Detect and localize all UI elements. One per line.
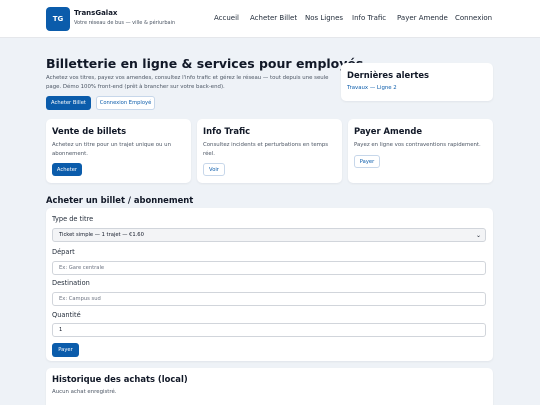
card-ticket-sales: Vente de billets Achetez un titre pour u…: [46, 119, 191, 183]
chevron-down-icon: ⌄: [475, 232, 481, 239]
card-traffic-info-title: Info Trafic: [203, 126, 251, 136]
ticket-type-label: Type de titre: [52, 215, 94, 223]
destination-label: Destination: [52, 279, 90, 287]
card-pay-fine: Payer Amende Payez en ligne vos contrave…: [348, 119, 493, 183]
card-pay-fine-title: Payer Amende: [354, 126, 423, 136]
purchase-section-title: Acheter un billet / abonnement: [46, 195, 194, 205]
card-ticket-sales-description: Achetez un titre pour un trajet unique o…: [52, 142, 172, 157]
pay-button[interactable]: Payer: [52, 343, 79, 357]
nav-acheter-billet[interactable]: Acheter Billet: [250, 14, 297, 22]
card-traffic-info: Info Trafic Consultez incidents et pertu…: [197, 119, 342, 183]
hero-buy-ticket-button[interactable]: Acheter Billet: [46, 96, 91, 110]
nav-info-trafic[interactable]: Info Trafic: [352, 14, 386, 22]
history-title: Historique des achats (local): [52, 374, 188, 384]
hero-title: Billetterie en ligne & services pour emp…: [46, 56, 364, 71]
ticket-type-value: Ticket simple — 1 trajet — €1.60: [59, 232, 144, 238]
pay-fine-button[interactable]: Payer: [354, 155, 380, 168]
nav-connexion[interactable]: Connexion: [455, 14, 492, 22]
buy-button[interactable]: Acheter: [52, 163, 82, 176]
nav-payer-amende[interactable]: Payer Amende: [397, 14, 448, 22]
brand-logo[interactable]: TG: [46, 7, 70, 31]
purchase-form: Type de titre Ticket simple — 1 trajet —…: [46, 208, 493, 361]
brand-name: TransGalax: [74, 9, 118, 17]
view-traffic-button[interactable]: Voir: [203, 163, 225, 176]
departure-label: Départ: [52, 248, 75, 256]
nav-accueil[interactable]: Accueil: [214, 14, 239, 22]
card-traffic-info-description: Consultez incidents et perturbations en …: [203, 142, 329, 157]
alerts-card: Dernières alertes Travaux — Ligne 2: [341, 63, 493, 101]
departure-input[interactable]: Ex: Gare centrale: [52, 261, 486, 275]
hero-description: Achetez vos titres, payez vos amendes, c…: [46, 75, 329, 90]
card-pay-fine-description: Payez en ligne vos contraventions rapide…: [354, 142, 481, 148]
hero-section: Billetterie en ligne & services pour emp…: [38, 48, 363, 114]
destination-input[interactable]: Ex: Campus sud: [52, 292, 486, 306]
card-ticket-sales-title: Vente de billets: [52, 126, 127, 136]
alerts-title: Dernières alertes: [347, 70, 429, 80]
ticket-type-select[interactable]: Ticket simple — 1 trajet — €1.60 ⌄: [52, 228, 486, 242]
quantity-label: Quantité: [52, 311, 81, 319]
top-header: TG TransGalax Votre réseau de bus — vill…: [0, 0, 540, 38]
history-empty-text: Aucun achat enregistré.: [52, 389, 117, 395]
quantity-input[interactable]: 1: [52, 323, 486, 337]
brand-tagline: Votre réseau de bus — ville & périurbain: [74, 20, 176, 26]
alert-item[interactable]: Travaux — Ligne 2: [347, 85, 397, 91]
purchase-history-card: Historique des achats (local) Aucun acha…: [46, 368, 493, 405]
hero-employee-login-button[interactable]: Connexion Employé: [96, 96, 155, 110]
nav-nos-lignes[interactable]: Nos Lignes: [305, 14, 343, 22]
